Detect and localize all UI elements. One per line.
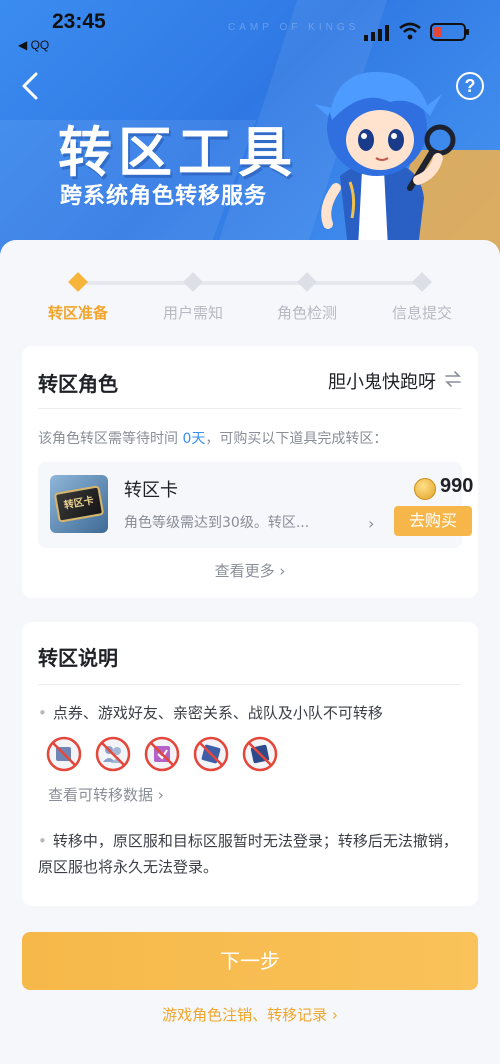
role-card-title: 转区角色 bbox=[38, 372, 118, 396]
next-step-button[interactable]: 下一步 bbox=[22, 932, 478, 990]
ticket-icon bbox=[46, 736, 82, 772]
coupon-coin-icon bbox=[414, 478, 436, 500]
wait-time-text: 该角色转区需等待时间 0天，可购买以下道具完成转区： bbox=[38, 428, 387, 448]
see-more-link[interactable]: 查看更多 › bbox=[22, 560, 478, 581]
divider bbox=[38, 684, 462, 685]
status-bar: 23:45 ◀ QQ bbox=[0, 0, 500, 56]
chevron-right-icon[interactable]: › bbox=[368, 514, 374, 533]
wifi-icon bbox=[399, 22, 421, 40]
step-marker-submit bbox=[412, 272, 432, 292]
status-time: 23:45 bbox=[52, 10, 106, 33]
relationship-icon bbox=[144, 736, 180, 772]
step-indicator: 转区准备 用户需知 角色检测 信息提交 bbox=[0, 270, 500, 330]
step-track bbox=[78, 281, 423, 285]
back-arrow-icon[interactable] bbox=[18, 70, 44, 102]
notes-card-title: 转区说明 bbox=[38, 646, 118, 670]
transfer-role-card: 转区角色 胆小鬼快跑呀 该角色转区需等待时间 0天，可购买以下道具完成转区： 转… bbox=[22, 346, 478, 598]
note-text: 转移中，原区服和目标区服暂时无法登录；转移后无法撤销，原区服也将永久无法登录。 bbox=[38, 832, 458, 876]
view-transferable-data-link[interactable]: 查看可转移数据 › bbox=[48, 784, 164, 805]
transfer-card-image: 转区卡 bbox=[50, 475, 108, 533]
bullet: • bbox=[38, 832, 47, 850]
item-name: 转区卡 bbox=[124, 480, 178, 501]
note-non-transferable: • 点券、游戏好友、亲密关系、战队及小队不可转移 bbox=[38, 700, 468, 726]
item-description: 角色等级需达到30级。转区... bbox=[124, 515, 310, 531]
transfer-notes-card: 转区说明 • 点券、游戏好友、亲密关系、战队及小队不可转移 查看可转移数据 › … bbox=[22, 622, 478, 906]
squad-icon bbox=[242, 736, 278, 772]
wait-suffix: ，可购买以下道具完成转区： bbox=[205, 431, 388, 447]
wait-days: 0天 bbox=[182, 431, 206, 447]
wait-prefix: 该角色转区需等待时间 bbox=[38, 431, 178, 447]
hero-subtitle: 跨系统角色转移服务 bbox=[60, 184, 268, 209]
step-label-prepare: 转区准备 bbox=[47, 304, 108, 322]
buy-button[interactable]: 去购买 bbox=[394, 506, 472, 536]
item-price: 990 bbox=[440, 475, 474, 497]
forbidden-items-row bbox=[46, 736, 346, 776]
swap-icon[interactable] bbox=[444, 371, 462, 387]
battery-icon bbox=[430, 23, 469, 41]
role-name[interactable]: 胆小鬼快跑呀 bbox=[328, 368, 436, 394]
step-label-notice: 用户需知 bbox=[162, 304, 223, 322]
back-to-app-link[interactable]: ◀ QQ bbox=[18, 38, 49, 52]
step-marker-prepare bbox=[68, 272, 88, 292]
cancel-transfer-records-link[interactable]: 游戏角色注销、转移记录 › bbox=[0, 1004, 500, 1025]
note-login-restriction: • 转移中，原区服和目标区服暂时无法登录；转移后无法撤销，原区服也将永久无法登录。 bbox=[38, 828, 468, 880]
step-label-check: 角色检测 bbox=[276, 304, 337, 322]
bullet: • bbox=[38, 704, 47, 722]
note-text: 点券、游戏好友、亲密关系、战队及小队不可转移 bbox=[52, 704, 383, 722]
team-icon bbox=[193, 736, 229, 772]
divider bbox=[38, 408, 462, 409]
step-marker-notice bbox=[183, 272, 203, 292]
mascot-character-image bbox=[314, 71, 456, 248]
step-label-submit: 信息提交 bbox=[391, 304, 452, 322]
transfer-card-item[interactable]: 转区卡 转区卡 角色等级需达到30级。转区... › 990 去购买 bbox=[38, 462, 473, 548]
hero-title: 转区工具 bbox=[58, 121, 298, 184]
transfer-card-face: 转区卡 bbox=[53, 485, 105, 523]
friends-icon bbox=[95, 736, 131, 772]
signal-icon bbox=[364, 25, 389, 41]
step-marker-check bbox=[297, 272, 317, 292]
